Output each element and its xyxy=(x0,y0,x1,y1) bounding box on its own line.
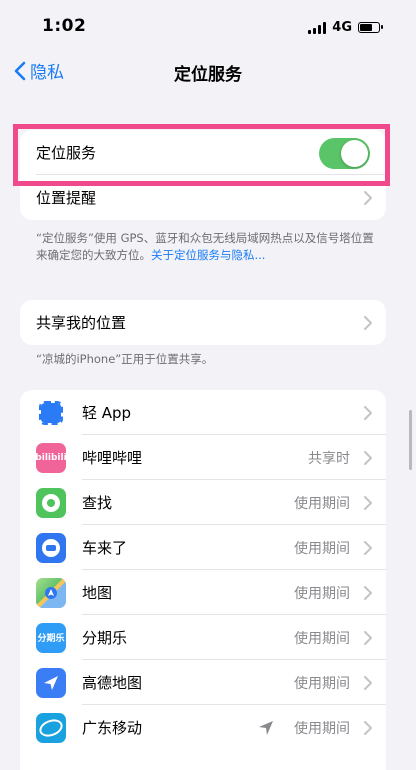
app-row[interactable]: 车来了 使用期间 xyxy=(20,525,386,570)
chevron-right-icon xyxy=(364,585,372,600)
chelaile-icon xyxy=(36,532,66,563)
chevron-right-icon xyxy=(364,630,372,645)
app-location-status: 使用期间 xyxy=(294,720,350,737)
status-bar: 1:02 4G xyxy=(0,0,416,56)
app-row[interactable]: 轻 App xyxy=(20,390,386,435)
app-location-status: 共享时 xyxy=(308,450,350,467)
app-row[interactable]: 分期乐 分期乐 使用期间 xyxy=(20,615,386,660)
battery-level xyxy=(360,24,372,31)
chevron-right-icon xyxy=(364,495,372,510)
chevron-right-icon xyxy=(364,450,372,465)
bilibili-icon: bilibili xyxy=(36,442,66,473)
app-row[interactable]: 地图 使用期间 xyxy=(20,570,386,615)
chevron-right-icon xyxy=(364,675,372,690)
location-footnote: “定位服务”使用 GPS、蓝牙和众包无线局域网热点以及信号塔位置来确定您的大致方… xyxy=(36,230,376,264)
chevron-right-icon xyxy=(364,720,372,735)
share-footnote: “凉城的iPhone”正用于位置共享。 xyxy=(36,352,214,366)
app-name: 轻 App xyxy=(82,404,132,422)
amap-icon xyxy=(36,667,66,698)
status-time: 1:02 xyxy=(42,16,87,36)
icon-glyph: 分期乐 xyxy=(37,634,65,644)
app-row[interactable]: 广东移动 使用期间 xyxy=(20,705,386,750)
share-my-location-label: 共享我的位置 xyxy=(36,314,127,332)
china-mobile-icon xyxy=(36,712,66,743)
maps-icon xyxy=(36,577,66,608)
app-list: 轻 App bilibili 哔哩哔哩 共享时 查找 使用期间 车来了 使用期间 地图 使用期间分… xyxy=(20,390,386,750)
share-location-card: 共享我的位置 xyxy=(20,300,386,345)
cellular-signal-icon xyxy=(308,21,327,34)
app-row[interactable]: 高德地图 使用期间 xyxy=(20,660,386,705)
chevron-right-icon xyxy=(364,315,372,330)
app-row[interactable]: bilibili 哔哩哔哩 共享时 xyxy=(20,435,386,480)
location-alerts-label: 位置提醒 xyxy=(36,189,97,207)
chevron-right-icon xyxy=(364,540,372,555)
chevron-right-icon xyxy=(364,190,372,205)
battery-icon xyxy=(358,22,383,33)
app-location-status: 使用期间 xyxy=(294,630,350,647)
fenqile-icon: 分期乐 xyxy=(36,622,66,653)
location-arrow-icon xyxy=(259,720,273,735)
light-app-icon xyxy=(36,397,66,428)
share-my-location-row[interactable]: 共享我的位置 xyxy=(20,300,386,345)
navigation-bar: 隐私 定位服务 xyxy=(0,56,416,92)
app-row[interactable]: 查找 使用期间 xyxy=(20,480,386,525)
status-indicators: 4G xyxy=(308,20,383,35)
network-type: 4G xyxy=(332,20,352,35)
scroll-indicator[interactable] xyxy=(409,410,412,470)
app-list-card: 轻 App bilibili 哔哩哔哩 共享时 查找 使用期间 车来了 使用期间 地图 使用期间分… xyxy=(20,390,386,770)
chevron-right-icon xyxy=(364,405,372,420)
page-title: 定位服务 xyxy=(174,65,242,85)
highlight-annotation xyxy=(13,124,390,186)
app-location-status: 使用期间 xyxy=(294,495,350,512)
icon-glyph: bilibili xyxy=(36,452,66,463)
app-location-status: 使用期间 xyxy=(294,675,350,692)
app-location-status: 使用期间 xyxy=(294,540,350,557)
privacy-link[interactable]: 关于定位服务与隐私... xyxy=(151,248,265,262)
app-location-status: 使用期间 xyxy=(294,585,350,602)
find-my-icon xyxy=(36,487,66,518)
